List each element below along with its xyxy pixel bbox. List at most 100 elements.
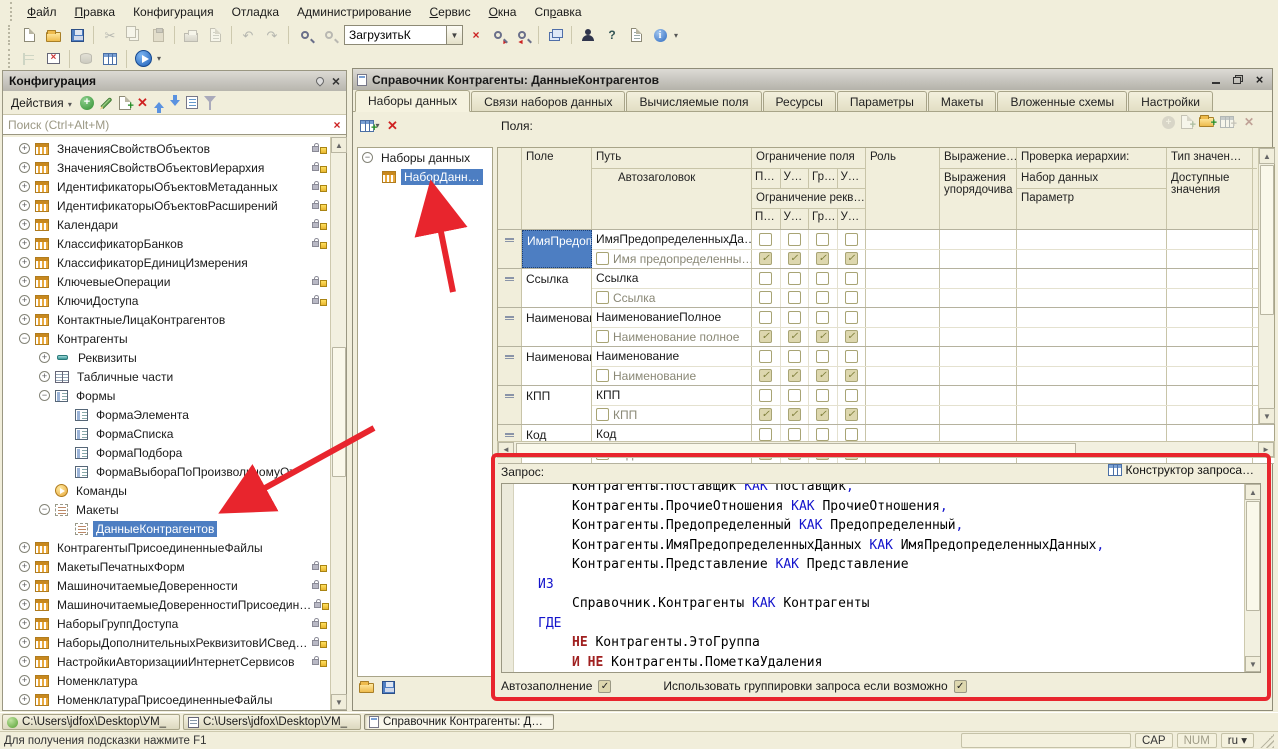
empty-cell[interactable]: [1167, 289, 1253, 308]
tab-Вложенные схемы[interactable]: Вложенные схемы: [997, 91, 1127, 111]
print-button[interactable]: [180, 25, 202, 45]
expand-icon[interactable]: +: [19, 162, 30, 173]
field-title-row[interactable]: КПП✓✓✓✓: [592, 406, 1274, 425]
empty-cell[interactable]: [866, 250, 940, 269]
checkbox[interactable]: ✓: [816, 408, 829, 421]
expand-icon[interactable]: +: [19, 580, 30, 591]
empty-cell[interactable]: [866, 386, 940, 405]
tree-item-Номенклатура[interactable]: +Номенклатура: [3, 671, 330, 690]
query-text-editor[interactable]: Контрагенты.Поставщик КАК Поставщик,Конт…: [501, 483, 1261, 673]
checkbox[interactable]: ✓: [845, 408, 858, 421]
restriction-checkbox[interactable]: [781, 347, 810, 366]
restriction-checkbox[interactable]: [809, 269, 838, 288]
column-path[interactable]: Путь: [592, 148, 751, 169]
restriction-checkbox[interactable]: [809, 347, 838, 366]
autotitle-cell[interactable]: Ссылка: [592, 289, 752, 308]
tree-item-Макеты[interactable]: −Макеты: [3, 500, 330, 519]
restriction-checkbox[interactable]: [752, 230, 781, 249]
copy-button[interactable]: [123, 25, 145, 45]
checkbox[interactable]: [816, 389, 829, 402]
tree-item-КлассификаторЕдиницИзмерения[interactable]: +КлассификаторЕдиницИзмерения: [3, 253, 330, 272]
query-designer-link[interactable]: Конструктор запроса…: [1108, 463, 1254, 477]
checkbox[interactable]: ✓: [759, 252, 772, 265]
restriction-attr-checkbox[interactable]: ✓: [809, 250, 838, 269]
field-cell[interactable]: ИмяПредопр: [522, 230, 592, 268]
menu-item-Правка[interactable]: Правка: [66, 2, 125, 22]
new-document-button[interactable]: [18, 25, 40, 45]
tree-item-НастройкиАвторизацииИнтернетСервисов[interactable]: +НастройкиАвторизацииИнтернетСервисов: [3, 652, 330, 671]
empty-cell[interactable]: [1017, 386, 1167, 405]
scroll-right-arrow[interactable]: ►: [1258, 442, 1274, 457]
checkbox[interactable]: [788, 311, 801, 324]
empty-cell[interactable]: [866, 328, 940, 347]
empty-cell[interactable]: [940, 269, 1017, 288]
checkbox[interactable]: [845, 350, 858, 363]
expand-icon[interactable]: +: [39, 352, 50, 363]
restriction-attr-checkbox[interactable]: ✓: [838, 328, 866, 347]
restriction-checkbox[interactable]: [809, 230, 838, 249]
cut-button[interactable]: ✂: [99, 25, 121, 45]
field-title-row[interactable]: Наименование полное✓✓✓✓: [592, 328, 1274, 347]
restriction-checkbox[interactable]: [752, 308, 781, 327]
expand-icon[interactable]: +: [19, 314, 30, 325]
checkbox[interactable]: [845, 311, 858, 324]
tree-item-ИдентификаторыОбъектовРасширений[interactable]: +ИдентификаторыОбъектовРасширений: [3, 196, 330, 215]
help-contents-button[interactable]: [625, 25, 647, 45]
tab-Ресурсы[interactable]: Ресурсы: [763, 91, 836, 111]
move-up-button[interactable]: [154, 97, 164, 108]
flag-column-П…[interactable]: П…: [752, 209, 781, 229]
compare-configurations-button[interactable]: [42, 49, 64, 69]
column-expression-sub[interactable]: Выражения упорядочива: [940, 169, 1016, 196]
flag-column-У…[interactable]: У…: [781, 209, 810, 229]
column-expression[interactable]: Выражение…: [940, 148, 1016, 169]
tree-item-КлючиДоступа[interactable]: +КлючиДоступа: [3, 291, 330, 310]
restriction-checkbox[interactable]: [838, 308, 866, 327]
empty-cell[interactable]: [866, 308, 940, 327]
checkbox[interactable]: [759, 291, 772, 304]
row-marker[interactable]: [498, 347, 522, 385]
tree-item-ЗначенияСвойствОбъектов[interactable]: +ЗначенияСвойствОбъектов: [3, 139, 330, 158]
empty-cell[interactable]: [1017, 347, 1167, 366]
tree-item-ФормаЭлемента[interactable]: +ФормаЭлемента: [3, 405, 330, 424]
restriction-attr-checkbox[interactable]: ✓: [781, 328, 810, 347]
taskbar-button[interactable]: Справочник Контрагенты: Д…: [364, 714, 554, 730]
empty-cell[interactable]: [1167, 406, 1253, 425]
move-down-button[interactable]: [170, 100, 180, 111]
language-selector[interactable]: ru ▾: [1221, 733, 1254, 748]
tab-Макеты[interactable]: Макеты: [928, 91, 997, 111]
table-view-button[interactable]: [99, 49, 121, 69]
empty-cell[interactable]: [1167, 230, 1253, 249]
tree-item-НоменклатураПрисоединенныеФайлы[interactable]: +НоменклатураПрисоединенныеФайлы: [3, 690, 330, 709]
checkbox[interactable]: [788, 428, 801, 441]
load-settings-button[interactable]: [359, 683, 374, 693]
grouping-checkbox[interactable]: ✓: [954, 680, 967, 693]
field-path-row[interactable]: ИмяПредопределенныхДа…: [592, 230, 1274, 250]
column-autotitle[interactable]: Автозаголовок: [592, 169, 751, 184]
empty-cell[interactable]: [1167, 367, 1253, 386]
save-button[interactable]: [66, 25, 88, 45]
restriction-attr-checkbox[interactable]: ✓: [809, 328, 838, 347]
menu-item-Сервис[interactable]: Сервис: [420, 2, 479, 22]
restriction-checkbox[interactable]: [752, 269, 781, 288]
add-copy-button[interactable]: +: [119, 96, 131, 110]
flag-column-У…[interactable]: У…: [838, 169, 866, 188]
checkbox[interactable]: ✓: [759, 408, 772, 421]
expand-icon[interactable]: +: [19, 656, 30, 667]
expand-icon[interactable]: +: [19, 257, 30, 268]
restriction-attr-checkbox[interactable]: ✓: [838, 367, 866, 386]
configuration-panel-close-button[interactable]: ×: [332, 74, 340, 88]
empty-cell[interactable]: [1017, 308, 1167, 327]
syntax-check-button[interactable]: [577, 25, 599, 45]
autofill-checkbox[interactable]: ✓: [598, 680, 611, 693]
menu-item-Окна[interactable]: Окна: [480, 2, 526, 22]
checkbox[interactable]: [759, 233, 772, 246]
checkbox[interactable]: [816, 272, 829, 285]
configuration-tree-scrollbar[interactable]: ▲ ▼: [330, 137, 346, 710]
expand-icon[interactable]: +: [19, 675, 30, 686]
expand-icon[interactable]: +: [19, 561, 30, 572]
restriction-checkbox[interactable]: [752, 347, 781, 366]
taskbar-button[interactable]: C:\Users\jdfox\Desktop\УМ_: [2, 714, 180, 730]
empty-cell[interactable]: [940, 406, 1017, 425]
flag-column-У…[interactable]: У…: [781, 169, 810, 188]
scroll-left-arrow[interactable]: ◄: [498, 442, 514, 457]
